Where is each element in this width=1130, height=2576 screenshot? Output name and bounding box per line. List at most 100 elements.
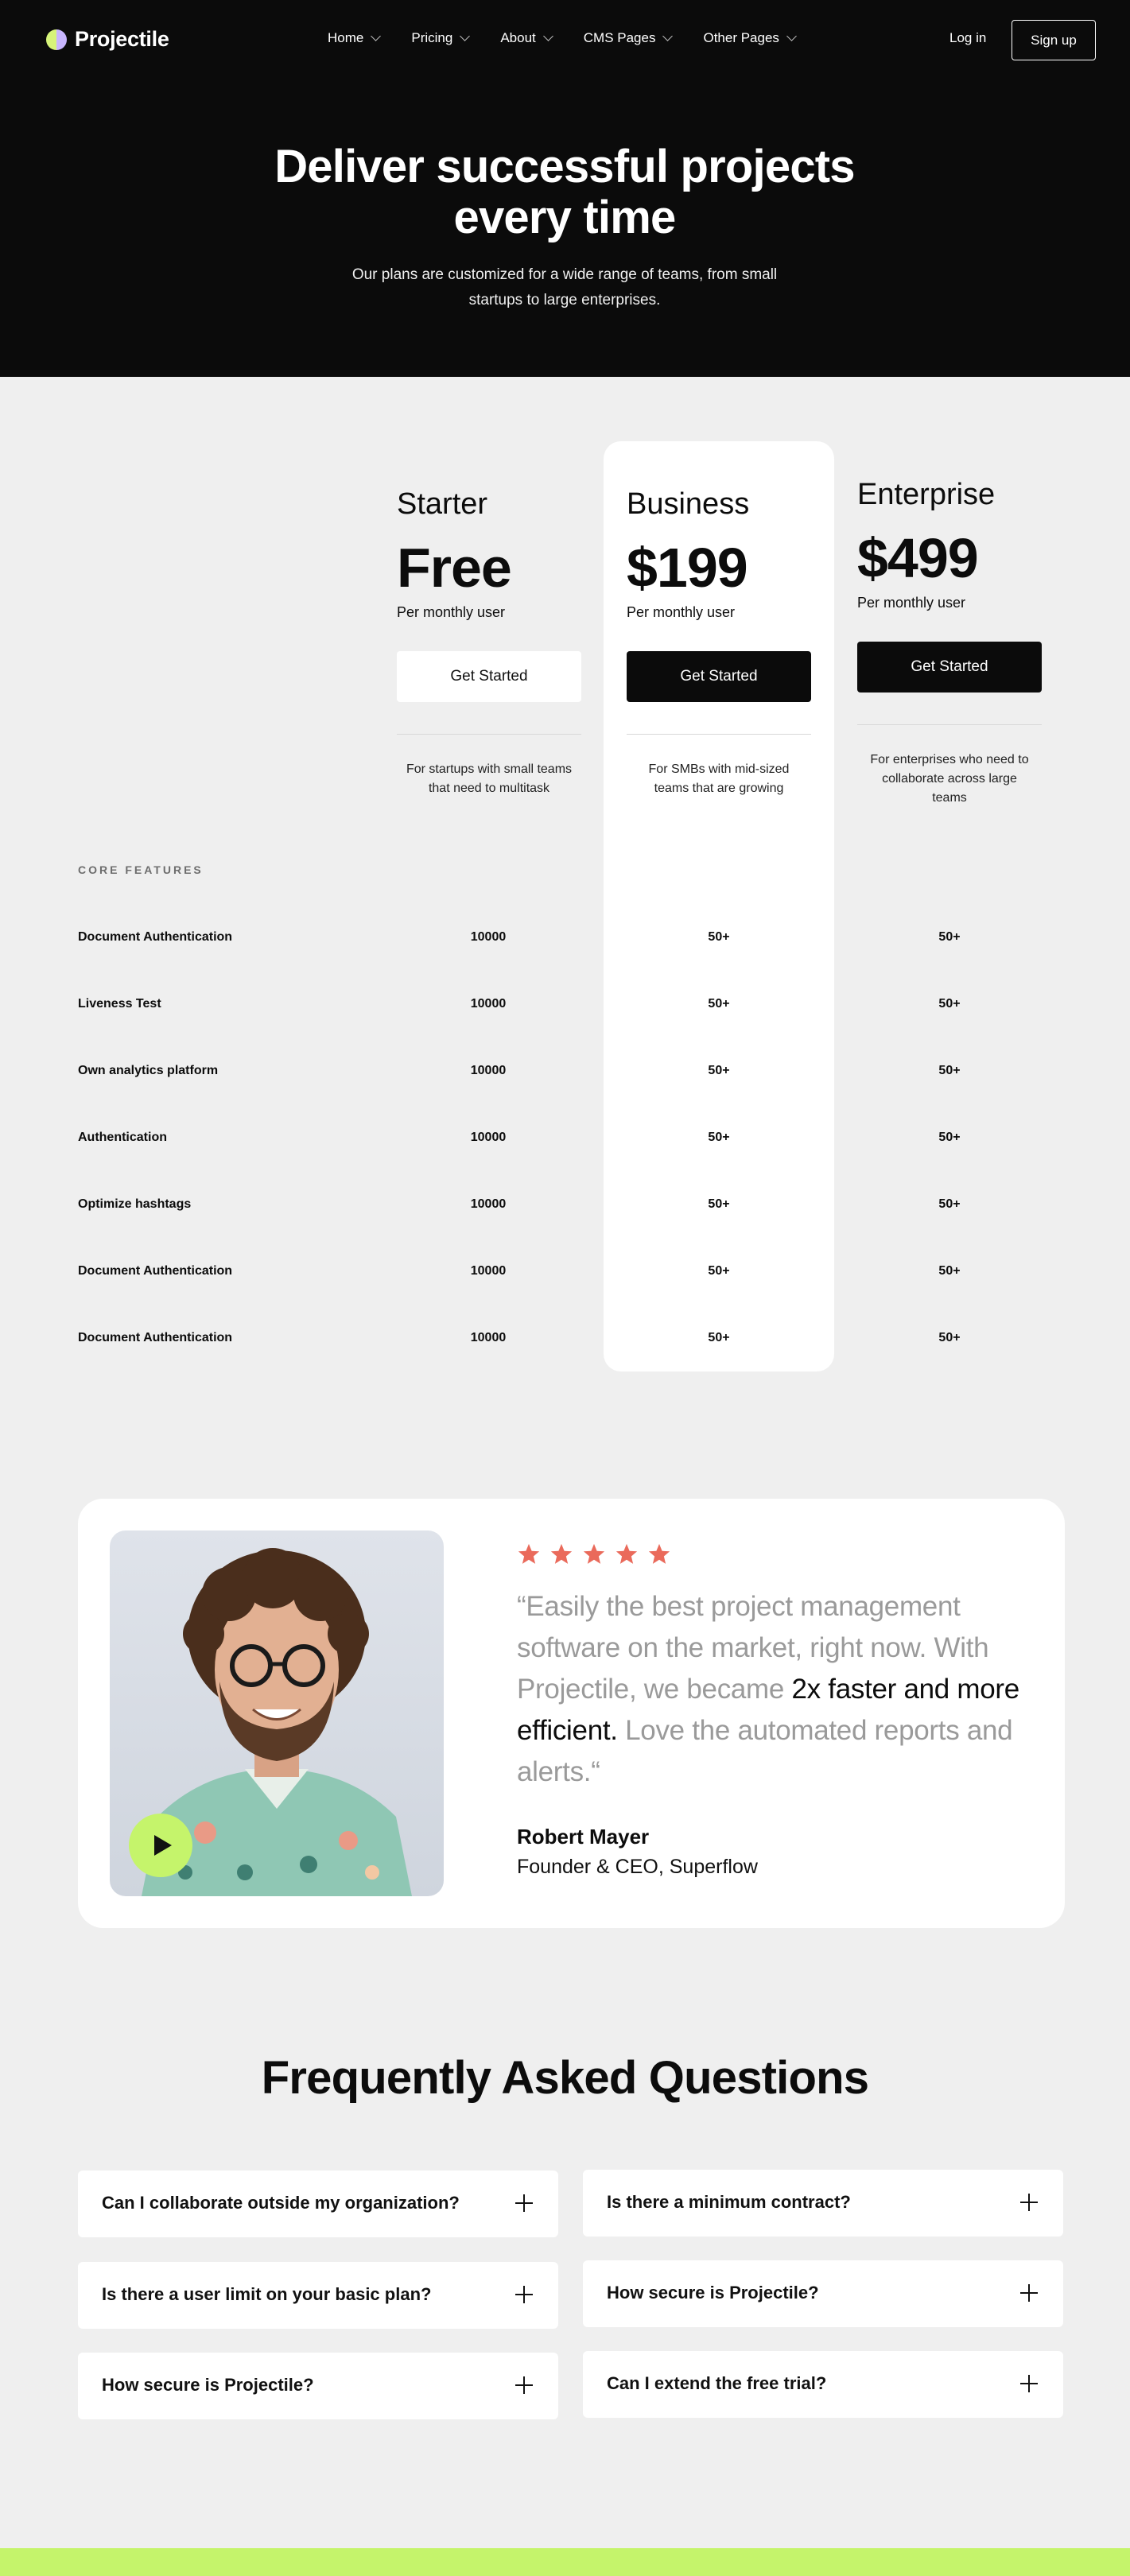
plan-price: $499	[857, 527, 979, 589]
plan-price: Free	[397, 537, 512, 599]
faq-item[interactable]: How secure is Projectile?	[583, 2260, 1063, 2327]
hero-title-line: every time	[453, 192, 677, 243]
feature-value-business: 50+	[708, 1264, 730, 1278]
get-started-button[interactable]: Get Started	[397, 651, 581, 702]
feature-row: Authentication 10000 50+ 50+	[78, 1131, 1056, 1154]
feature-row: Own analytics platform 10000 50+ 50+	[78, 1064, 1056, 1088]
hero-title-line: Deliver successful projects	[274, 141, 855, 192]
faq-question: Can I collaborate outside my organizatio…	[102, 2193, 460, 2213]
faq-item[interactable]: How secure is Projectile?	[78, 2353, 558, 2419]
faq-item[interactable]: Can I extend the free trial?	[583, 2351, 1063, 2418]
feature-value-starter: 10000	[470, 1264, 507, 1278]
top-nav: Projectile Home Pricing About CMS Pages …	[0, 0, 1130, 80]
chevron-down-icon	[460, 31, 471, 41]
plus-icon	[1020, 2375, 1038, 2392]
chevron-down-icon	[371, 31, 382, 41]
feature-value-starter: 10000	[470, 1131, 507, 1144]
feature-value-business: 50+	[708, 930, 730, 944]
feature-value-enterprise: 50+	[938, 1331, 961, 1344]
plan-price: $199	[627, 537, 748, 599]
faq-item[interactable]: Is there a user limit on your basic plan…	[78, 2262, 558, 2329]
nav-label: CMS Pages	[583, 30, 656, 45]
rating-stars	[517, 1542, 671, 1566]
feature-row: Document Authentication 10000 50+ 50+	[78, 930, 1056, 954]
divider	[627, 734, 811, 735]
faq-question: How secure is Projectile?	[102, 2375, 314, 2395]
chevron-down-icon	[786, 31, 797, 41]
plan-business: Business $199 Per monthly user Get Start…	[627, 487, 811, 798]
plan-description: For SMBs with mid-sized teams that are g…	[648, 762, 790, 795]
feature-value-business: 50+	[708, 997, 730, 1011]
feature-name: Optimize hashtags	[78, 1197, 192, 1211]
feature-value-enterprise: 50+	[938, 930, 961, 944]
feature-row: Optimize hashtags 10000 50+ 50+	[78, 1197, 1056, 1221]
login-link[interactable]: Log in	[949, 30, 986, 46]
testimonial-photo	[110, 1530, 444, 1896]
get-started-button[interactable]: Get Started	[857, 642, 1042, 692]
nav-label: Home	[328, 30, 364, 45]
chevron-down-icon	[662, 31, 674, 41]
feature-value-business: 50+	[708, 1197, 730, 1211]
play-button[interactable]	[129, 1814, 192, 1877]
star-icon	[518, 1543, 540, 1564]
feature-value-starter: 10000	[470, 997, 507, 1011]
divider	[857, 724, 1042, 725]
author-role: Founder & CEO, Superflow	[517, 1856, 758, 1878]
feature-value-enterprise: 50+	[938, 1064, 961, 1077]
nav-item-pricing[interactable]: Pricing	[411, 30, 471, 46]
plan-name: Starter	[397, 487, 488, 521]
plan-period: Per monthly user	[627, 604, 736, 620]
logo-icon	[46, 29, 67, 50]
feature-value-business: 50+	[708, 1331, 730, 1344]
plan-starter: Starter Free Per monthly user Get Starte…	[397, 487, 581, 798]
feature-value-starter: 10000	[470, 1331, 507, 1344]
feature-row: Document Authentication 10000 50+ 50+	[78, 1331, 1056, 1355]
plus-icon	[515, 2194, 533, 2212]
signup-button[interactable]: Sign up	[1012, 20, 1096, 60]
nav-item-about[interactable]: About	[500, 30, 553, 46]
feature-value-business: 50+	[708, 1131, 730, 1144]
feature-value-enterprise: 50+	[938, 1197, 961, 1211]
faq-item[interactable]: Is there a minimum contract?	[583, 2170, 1063, 2237]
faq-item[interactable]: Can I collaborate outside my organizatio…	[78, 2171, 558, 2237]
feature-value-enterprise: 50+	[938, 1264, 961, 1278]
testimonial-quote: “Easily the best project management soft…	[517, 1586, 1026, 1793]
divider	[397, 734, 581, 735]
play-icon	[154, 1835, 172, 1856]
feature-value-enterprise: 50+	[938, 997, 961, 1011]
nav-menu: Home Pricing About CMS Pages Other Pages	[328, 30, 827, 46]
nav-item-home[interactable]: Home	[328, 30, 382, 46]
get-started-button[interactable]: Get Started	[627, 651, 811, 702]
author-name: Robert Mayer	[517, 1825, 650, 1849]
plan-description: For enterprises who need to collaborate …	[870, 753, 1029, 805]
plan-description: For startups with small teams that need …	[406, 762, 573, 795]
star-icon	[550, 1543, 573, 1564]
logo[interactable]: Projectile	[46, 27, 169, 52]
feature-value-starter: 10000	[470, 930, 507, 944]
star-icon	[615, 1543, 638, 1564]
plan-period: Per monthly user	[397, 604, 506, 620]
nav-label: Pricing	[411, 30, 453, 45]
hero-title: Deliver successful projects every time	[207, 142, 922, 243]
faq-question: Is there a minimum contract?	[607, 2192, 851, 2212]
nav-item-cms-pages[interactable]: CMS Pages	[583, 30, 674, 46]
faq-title: Frequently Asked Questions	[261, 2052, 869, 2104]
hero-section: Projectile Home Pricing About CMS Pages …	[0, 0, 1130, 377]
star-icon	[583, 1543, 605, 1564]
plan-name: Business	[627, 487, 750, 521]
nav-label: Other Pages	[703, 30, 779, 45]
feature-row: Document Authentication 10000 50+ 50+	[78, 1264, 1056, 1288]
faq-question: Can I extend the free trial?	[607, 2373, 827, 2393]
feature-name: Document Authentication	[78, 1331, 233, 1344]
feature-value-starter: 10000	[470, 1197, 507, 1211]
feature-name: Document Authentication	[78, 1264, 233, 1278]
footer-accent-band	[0, 2548, 1130, 2576]
feature-name: Document Authentication	[78, 930, 233, 944]
plus-icon	[1020, 2284, 1038, 2302]
feature-row: Liveness Test 10000 50+ 50+	[78, 997, 1056, 1021]
nav-label: About	[500, 30, 536, 45]
faq-question: Is there a user limit on your basic plan…	[102, 2284, 432, 2304]
star-icon	[648, 1543, 670, 1564]
plus-icon	[1020, 2194, 1038, 2211]
nav-item-other-pages[interactable]: Other Pages	[703, 30, 797, 46]
